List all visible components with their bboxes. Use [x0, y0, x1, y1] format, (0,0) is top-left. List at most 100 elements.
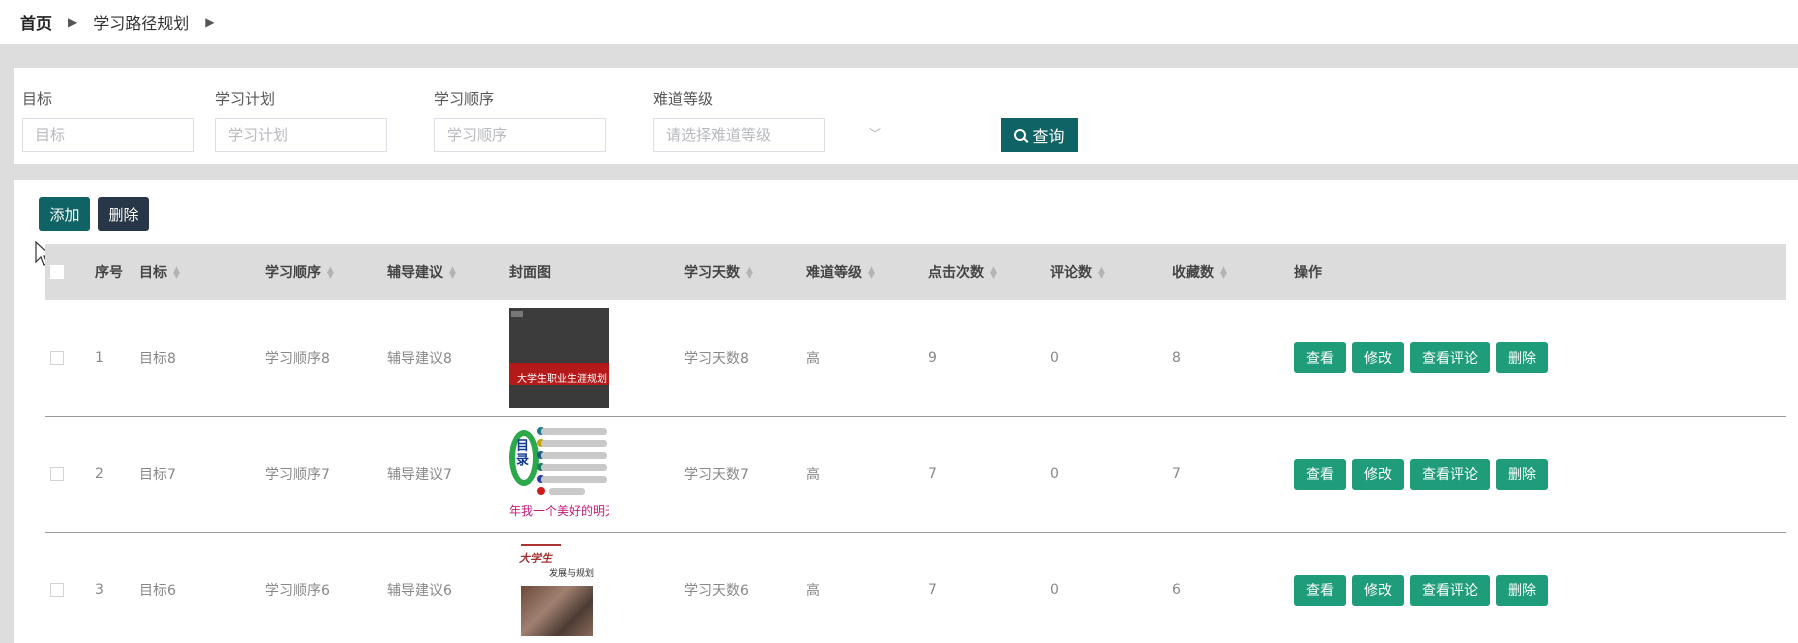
chevron-right-icon: ▶: [205, 15, 215, 29]
data-table: 序号 目标 ▲ ▼ 学习顺序 ▲ ▼ 辅导建议 ▲ ▼ 封面图 学习天数 ▲ ▼ 难道等级 ▲ ▼ …: [45, 244, 1786, 643]
cell-difficulty: 高: [806, 583, 820, 600]
cell-order: 学习顺序8: [265, 350, 330, 367]
cover-mark: 目录: [516, 439, 530, 468]
row-checkbox[interactable]: [50, 350, 64, 365]
cell-advice: 辅导建议6: [387, 583, 452, 600]
cell-favorites: 8: [1172, 349, 1181, 366]
cell-comments: 0: [1050, 349, 1059, 366]
cover-image: 大学生 发展与规划: [509, 540, 609, 641]
order-input[interactable]: [434, 118, 606, 152]
row-actions: 查看 修改 查看评论 删除: [1294, 342, 1786, 374]
header-comments[interactable]: 评论数 ▲ ▼: [1050, 244, 1172, 300]
sort-icon[interactable]: ▲ ▼: [1220, 266, 1227, 281]
header-index: 序号: [95, 265, 123, 281]
select-all-checkbox[interactable]: [50, 265, 64, 279]
cell-days: 学习天数8: [684, 350, 749, 367]
query-button[interactable]: 查询: [1001, 118, 1078, 152]
table-row: 2 目标7 学习顺序7 辅导建议7 目录 年我一个美好的明天 学习天数7 高 7…: [45, 416, 1786, 532]
cover-title: 年我一个美好的明天: [509, 504, 609, 518]
goal-label: 目标: [22, 90, 53, 108]
view-comments-button[interactable]: 查看评论: [1410, 574, 1490, 606]
chevron-right-icon: ▶: [68, 15, 78, 29]
sort-icon[interactable]: ▲ ▼: [173, 266, 180, 281]
table-row: 3 目标6 学习顺序6 辅导建议6 大学生 发展与规划 学习天数6 高 7 0 …: [45, 532, 1786, 643]
sort-icon[interactable]: ▲ ▼: [449, 266, 456, 281]
sort-icon[interactable]: ▲ ▼: [327, 266, 334, 281]
add-button[interactable]: 添加: [39, 197, 90, 231]
edit-button[interactable]: 修改: [1352, 342, 1404, 374]
main-panel: 添加 删除 序号 目标 ▲ ▼ 学习顺序 ▲ ▼ 辅导建议 ▲ ▼ 封面图 学习天数 ▲ ▼ 难…: [14, 180, 1798, 643]
delete-button[interactable]: 删除: [1496, 458, 1548, 490]
goal-field: 目标: [22, 88, 194, 152]
header-goal[interactable]: 目标 ▲ ▼: [139, 244, 265, 300]
cell-goal: 目标8: [139, 350, 176, 367]
order-field: 学习顺序: [434, 88, 606, 152]
delete-button[interactable]: 删除: [1496, 342, 1548, 374]
sort-icon[interactable]: ▲ ▼: [868, 266, 875, 281]
cell-clicks: 7: [928, 466, 937, 482]
plan-input[interactable]: [215, 118, 387, 152]
cell-index: 2: [95, 466, 104, 482]
view-button[interactable]: 查看: [1294, 342, 1346, 374]
cell-difficulty: 高: [806, 467, 820, 483]
edit-button[interactable]: 修改: [1352, 574, 1404, 606]
chevron-down-icon[interactable]: ﹀: [867, 126, 883, 142]
difficulty-select[interactable]: [653, 118, 825, 152]
cell-order: 学习顺序7: [265, 467, 330, 483]
cell-favorites: 6: [1172, 582, 1181, 599]
header-favorites[interactable]: 收藏数 ▲ ▼: [1172, 244, 1294, 300]
cell-clicks: 7: [928, 582, 937, 599]
order-label: 学习顺序: [434, 90, 495, 108]
cell-difficulty: 高: [806, 350, 820, 367]
row-actions: 查看 修改 查看评论 删除: [1294, 574, 1786, 606]
sort-icon[interactable]: ▲ ▼: [990, 266, 997, 281]
view-comments-button[interactable]: 查看评论: [1410, 458, 1490, 490]
cell-advice: 辅导建议8: [387, 350, 452, 367]
cell-index: 3: [95, 582, 104, 599]
breadcrumb-current[interactable]: 学习路径规划: [93, 10, 189, 34]
cover-image: 大学生职业生涯规划: [509, 307, 609, 408]
cover-subtitle: 发展与规划: [549, 569, 595, 580]
cell-clicks: 9: [928, 349, 937, 366]
header-actions: 操作: [1294, 265, 1322, 281]
header-cover: 封面图: [509, 265, 551, 281]
header-advice[interactable]: 辅导建议 ▲ ▼: [387, 244, 509, 300]
cell-days: 学习天数6: [684, 583, 749, 600]
cell-days: 学习天数7: [684, 467, 749, 483]
cell-comments: 0: [1050, 466, 1059, 482]
difficulty-label: 难道等级: [653, 90, 714, 108]
cell-order: 学习顺序6: [265, 583, 330, 600]
difficulty-field: 难道等级 ﹀: [653, 88, 883, 152]
breadcrumb-bar: 首页 ▶ 学习路径规划 ▶: [0, 0, 1798, 44]
edit-button[interactable]: 修改: [1352, 458, 1404, 490]
view-button[interactable]: 查看: [1294, 458, 1346, 490]
row-checkbox[interactable]: [50, 583, 64, 598]
cell-comments: 0: [1050, 582, 1059, 599]
plan-field: 学习计划: [215, 88, 387, 152]
table-header-row: 序号 目标 ▲ ▼ 学习顺序 ▲ ▼ 辅导建议 ▲ ▼ 封面图 学习天数 ▲ ▼ 难道等级 ▲ ▼ …: [45, 244, 1786, 300]
query-label: 查询: [1032, 127, 1065, 146]
header-days[interactable]: 学习天数 ▲ ▼: [684, 244, 806, 300]
view-button[interactable]: 查看: [1294, 574, 1346, 606]
plan-label: 学习计划: [215, 90, 276, 108]
breadcrumb-home[interactable]: 首页: [20, 10, 52, 34]
cover-title: 大学生: [519, 552, 552, 566]
cover-image: 目录 年我一个美好的明天: [509, 424, 609, 524]
cell-goal: 目标6: [139, 583, 176, 600]
view-comments-button[interactable]: 查看评论: [1410, 342, 1490, 374]
search-panel: 目标 学习计划 学习顺序 难道等级 ﹀ 查询: [14, 68, 1798, 164]
cell-favorites: 7: [1172, 466, 1181, 482]
table-row: 1 目标8 学习顺序8 辅导建议8 大学生职业生涯规划 学习天数8 高 9 0 …: [45, 300, 1786, 416]
goal-input[interactable]: [22, 118, 194, 152]
header-order[interactable]: 学习顺序 ▲ ▼: [265, 244, 387, 300]
row-checkbox[interactable]: [50, 467, 64, 481]
cover-title: 大学生职业生涯规划: [517, 373, 607, 385]
cell-goal: 目标7: [139, 467, 176, 483]
header-clicks[interactable]: 点击次数 ▲ ▼: [928, 244, 1050, 300]
header-difficulty[interactable]: 难道等级 ▲ ▼: [806, 244, 928, 300]
sort-icon[interactable]: ▲ ▼: [1098, 266, 1105, 281]
delete-button[interactable]: 删除: [1496, 574, 1548, 606]
batch-delete-button[interactable]: 删除: [98, 197, 149, 231]
search-icon: [1014, 129, 1027, 141]
sort-icon[interactable]: ▲ ▼: [746, 266, 753, 281]
